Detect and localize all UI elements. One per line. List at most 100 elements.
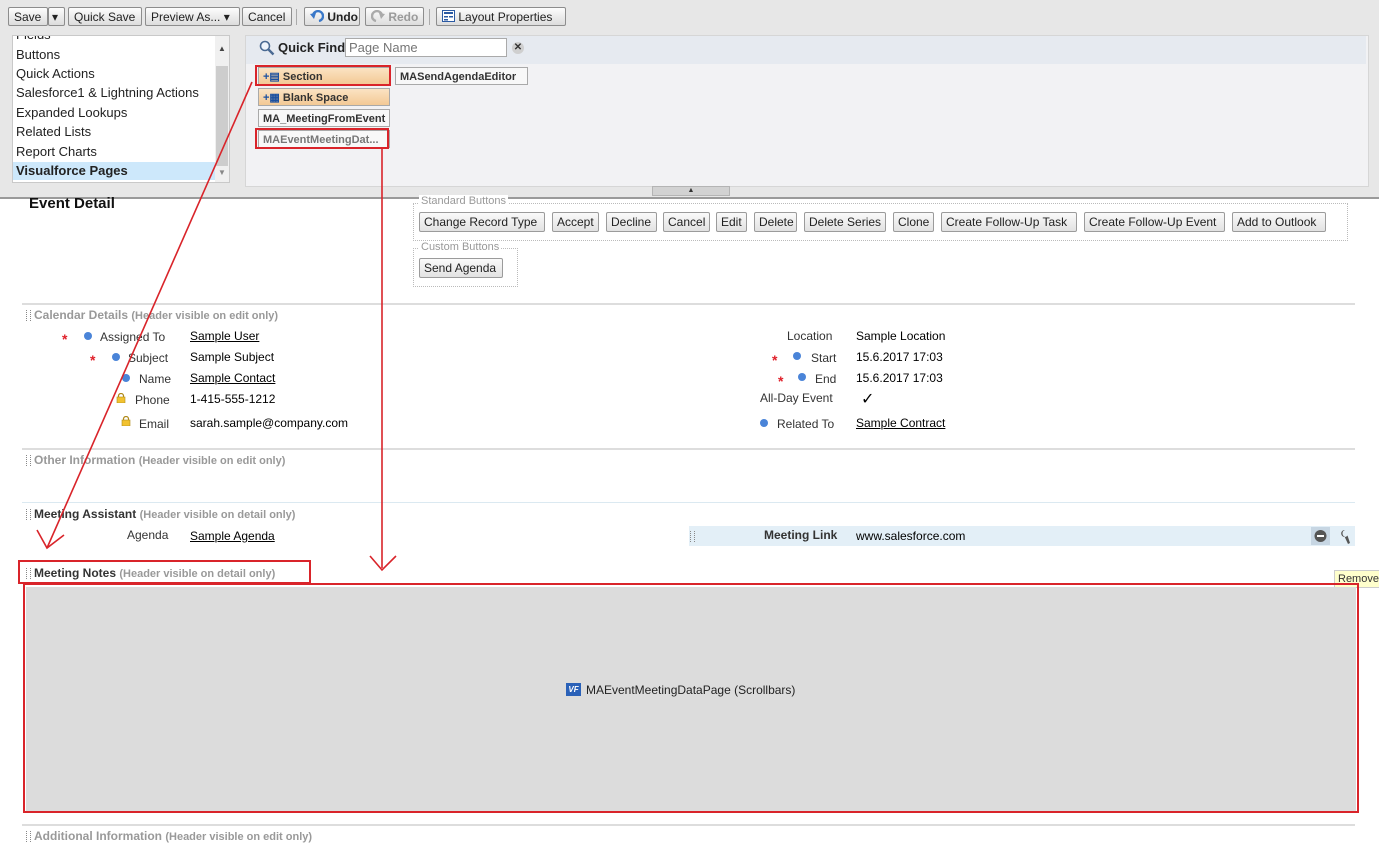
field-value-subject[interactable]: Sample Subject [190,350,274,364]
edit-button[interactable]: Edit [716,212,747,232]
quick-find-input[interactable] [345,38,507,57]
category-fields[interactable]: Fields [16,36,51,44]
create-follow-up-event-button[interactable]: Create Follow-Up Event [1084,212,1225,232]
category-quick-actions[interactable]: Quick Actions [16,65,95,83]
field-value-name[interactable]: Sample Contact [190,371,275,385]
annotation-arrowhead [36,529,65,550]
field-label-agenda: Agenda [127,528,169,542]
section-title: Other Information [34,453,136,467]
field-label-assigned-to: Assigned To [100,330,166,344]
section-header-other-information[interactable]: Other Information (Header visible on edi… [34,453,285,467]
accept-button[interactable]: Accept [552,212,599,232]
field-value-email[interactable]: sarah.sample@company.com [190,416,348,430]
category-buttons[interactable]: Buttons [16,46,60,64]
blank-space-icon: +▦ [263,92,280,104]
change-record-type-button[interactable]: Change Record Type [419,212,545,232]
annotation-box-vf-page [255,128,389,149]
quick-save-button[interactable]: Quick Save [68,7,142,26]
drag-handle-icon[interactable] [690,531,695,542]
layout-properties-label: Layout Properties [458,10,553,24]
redo-button[interactable]: Redo [365,7,424,26]
required-star-icon: * [62,331,68,347]
section-divider [22,824,1355,826]
quick-find-bar: Quick Find ✕ [246,36,1366,64]
category-expanded-lookups[interactable]: Expanded Lookups [16,104,127,122]
custom-buttons-label: Custom Buttons [419,241,502,253]
category-salesforce1-actions[interactable]: Salesforce1 & Lightning Actions [16,84,199,102]
cancel-event-button[interactable]: Cancel [663,212,710,232]
lock-icon [121,416,131,426]
cancel-button[interactable]: Cancel [242,7,292,26]
preview-as-button[interactable]: Preview As... ▾ [145,7,240,26]
section-note: (Header visible on edit only) [165,831,313,843]
delete-series-button[interactable]: Delete Series [804,212,886,232]
collapse-palette-handle[interactable]: ▲ [652,186,730,196]
create-follow-up-task-button[interactable]: Create Follow-Up Task [941,212,1077,232]
required-star-icon: * [90,352,96,368]
section-divider [22,502,1355,503]
section-note: (Header visible on edit only) [138,455,286,467]
layout-properties-button[interactable]: Layout Properties [436,7,566,26]
scroll-up-icon[interactable]: ▲ [218,44,226,53]
section-title: Calendar Details [34,308,129,322]
palette-category-list: Fields Buttons Quick Actions Salesforce1… [12,35,230,183]
field-dot-icon [84,332,92,340]
drag-handle-icon[interactable] [26,509,31,520]
field-label-start: Start [811,351,837,365]
undo-button[interactable]: Undo [304,7,360,26]
wrench-icon [1341,529,1350,544]
category-visualforce-pages[interactable]: Visualforce Pages [13,162,216,180]
field-value-end[interactable]: 15.6.2017 17:03 [856,371,943,385]
save-dropdown-button[interactable]: ▾ [48,7,65,26]
checkmark-icon[interactable]: ✓ [861,389,874,409]
field-label-subject: Subject [128,351,169,365]
undo-label: Undo [327,10,358,24]
scroll-down-icon[interactable]: ▼ [218,168,226,177]
category-report-charts[interactable]: Report Charts [16,143,97,161]
drag-handle-icon[interactable] [26,455,31,466]
properties-button[interactable] [1333,527,1352,545]
field-value-agenda[interactable]: Sample Agenda [190,529,275,543]
category-scrollbar[interactable]: ▲ ▼ [215,36,229,182]
field-label-location: Location [787,329,833,343]
decline-button[interactable]: Decline [606,212,657,232]
section-title: Additional Information [34,829,162,843]
section-header-additional-information[interactable]: Additional Information (Header visible o… [34,829,312,843]
field-value-location[interactable]: Sample Location [856,329,945,343]
field-label-name: Name [139,372,172,386]
field-label-meeting-link: Meeting Link [764,528,838,542]
layout-palette: Save ▾ Quick Save Preview As... ▾ Cancel… [0,0,1379,199]
palette-item-ma-meeting-from-event[interactable]: MA_MeetingFromEvent [258,109,390,127]
field-value-assigned-to[interactable]: Sample User [190,329,259,343]
add-to-outlook-button[interactable]: Add to Outlook [1232,212,1326,232]
save-button[interactable]: Save [8,7,48,26]
field-label-email: Email [139,417,170,431]
standard-buttons-label: Standard Buttons [419,195,509,207]
field-dot-icon [122,374,130,382]
drag-handle-icon[interactable] [26,831,31,842]
palette-item-blank-space[interactable]: +▦ Blank Space [258,88,390,106]
clone-button[interactable]: Clone [893,212,934,232]
caret-down-icon: ▾ [220,10,230,24]
field-value-phone[interactable]: 1-415-555-1212 [190,392,275,406]
magnifier-icon [259,40,275,56]
delete-button[interactable]: Delete [754,212,797,232]
field-value-related-to[interactable]: Sample Contract [856,416,945,430]
remove-button[interactable] [1311,527,1330,545]
caret-down-icon: ▾ [52,10,59,24]
section-note: (Header visible on edit only) [131,310,279,322]
field-label-related-to: Related To [777,417,835,431]
redo-icon [370,9,385,23]
required-star-icon: * [778,373,784,389]
section-header-meeting-assistant[interactable]: Meeting Assistant (Header visible on det… [34,507,295,521]
category-related-lists[interactable]: Related Lists [16,123,91,141]
palette-item-ma-send-agenda-editor[interactable]: MASendAgendaEditor [395,67,528,85]
send-agenda-button[interactable]: Send Agenda [419,258,503,278]
field-value-meeting-link[interactable]: www.salesforce.com [856,529,965,543]
preview-as-label: Preview As... [151,10,221,24]
field-value-start[interactable]: 15.6.2017 17:03 [856,350,943,364]
clear-search-icon[interactable]: ✕ [512,42,524,54]
drag-handle-icon[interactable] [26,310,31,321]
scroll-thumb[interactable] [216,66,228,166]
section-header-calendar-details[interactable]: Calendar Details (Header visible on edit… [34,308,278,322]
